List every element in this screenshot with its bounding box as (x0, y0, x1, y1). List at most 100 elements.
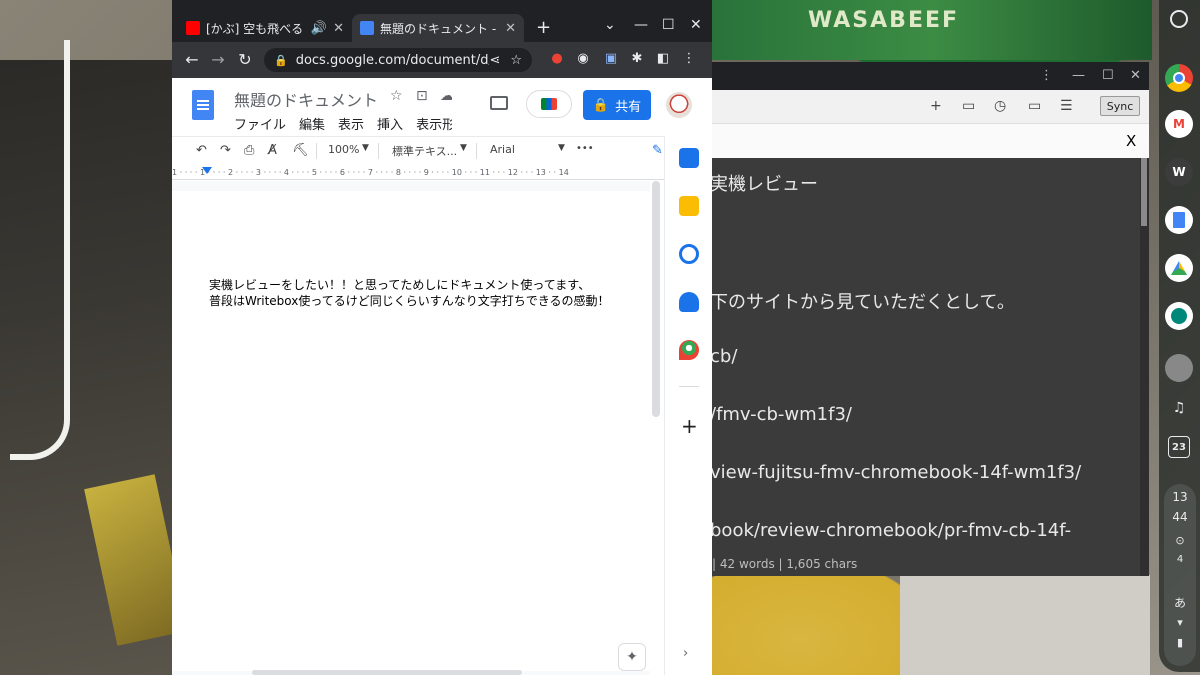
maximize-button[interactable]: ☐ (1102, 68, 1114, 83)
chevron-down-icon[interactable]: ▼ (460, 143, 467, 153)
more-options-icon[interactable]: ••• (576, 143, 594, 154)
redo-icon[interactable]: ↷ (220, 143, 231, 158)
drive-icon[interactable] (1165, 254, 1193, 282)
chrome-icon[interactable] (1165, 64, 1193, 92)
new-file-icon[interactable]: + (930, 98, 942, 114)
close-icon[interactable]: ✕ (505, 21, 516, 36)
screenshot-extension-icon[interactable]: ◉ (574, 51, 592, 69)
chevron-down-icon[interactable]: ▼ (362, 143, 369, 153)
editor-line: book/review-chromebook/pr-fmv-cb-14f- (712, 520, 1072, 541)
menu-file[interactable]: ファイル (234, 114, 286, 133)
writebox-toolbar: + ▭ ◷ ▭ ☰ Sync (712, 90, 1149, 124)
docs-header-actions: 🔒 共有 (452, 78, 712, 130)
edit-mode-icon[interactable]: ✎ (652, 143, 663, 158)
edit-toolbar: ↶ ↷ ⎙ A̸ ⛏ 100% ▼ 標準テキス... ▼ Arial ▼ •••… (172, 136, 664, 164)
zoom-select[interactable]: 100% (328, 143, 359, 156)
history-icon[interactable]: ◷ (994, 98, 1006, 114)
chevron-right-icon[interactable]: › (683, 646, 688, 661)
sync-button[interactable]: Sync (1100, 96, 1140, 116)
open-folder-icon[interactable]: ▭ (962, 98, 975, 114)
horizontal-scrollbar[interactable] (252, 670, 522, 675)
add-addon-icon[interactable]: + (681, 414, 698, 438)
menu-insert[interactable]: 挿入 (377, 114, 403, 133)
docs-icon[interactable] (1165, 206, 1193, 234)
calendar-icon[interactable] (679, 148, 699, 168)
document-body[interactable]: 実機レビューをしたい！！と思ってためしにドキュメント使ってます、 普段はWrit… (209, 277, 610, 309)
spellcheck-icon[interactable]: A̸ (268, 143, 277, 158)
forward-button[interactable]: → (208, 50, 228, 69)
body-line: 普段はWritebox使ってるけど同じくらいすんなり文字打ちできるの感動！ (209, 294, 610, 308)
close-panel-button[interactable]: X (1126, 132, 1136, 150)
hangouts-icon[interactable] (1165, 302, 1193, 330)
bookmark-star-icon[interactable]: ☆ (510, 53, 522, 68)
undo-icon[interactable]: ↶ (196, 143, 207, 158)
share-button[interactable]: 🔒 共有 (583, 90, 651, 120)
fullscreen-icon[interactable]: ▭ (1028, 98, 1041, 114)
battery-icon: ▮ (1176, 636, 1184, 649)
tasks-icon[interactable] (679, 244, 699, 264)
ruler-marks: 1 · · · · 1 · · · · 2 · · · · 3 · · · · … (172, 168, 569, 177)
back-button[interactable]: ← (182, 50, 202, 69)
menu-view[interactable]: 表示 (338, 114, 364, 133)
writebox-icon[interactable]: W (1165, 158, 1193, 186)
chevron-down-icon[interactable]: ▼ (558, 143, 565, 153)
explore-button[interactable]: ✦ (618, 643, 646, 671)
new-tab-button[interactable]: + (536, 17, 551, 38)
menu-kebab-icon[interactable]: ⋮ (1040, 68, 1053, 83)
chromeos-shelf: M W ♫ 23 13 44 ⊙ 4 あ ▾ ▮ (1159, 0, 1200, 672)
menu-edit[interactable]: 編集 (299, 114, 325, 133)
extension-red-icon[interactable]: ● (548, 51, 566, 69)
media-icon[interactable]: ♫ (1165, 394, 1193, 422)
window-close-button[interactable]: ✕ (1130, 68, 1141, 83)
address-bar[interactable]: 🔒 docs.google.com/document/d/... ⋖ ☆ (264, 48, 532, 72)
side-panel-icon[interactable]: ◧ (654, 51, 672, 69)
minimize-button[interactable]: — (1072, 68, 1085, 83)
docs-logo-icon[interactable] (192, 90, 214, 120)
window-close-button[interactable]: ✕ (690, 17, 702, 33)
audio-icon[interactable]: 🔊 (311, 21, 327, 36)
clock-minute: 44 (1172, 510, 1188, 524)
explore-icon: ✦ (626, 649, 638, 665)
calendar-icon[interactable]: 23 (1168, 436, 1190, 458)
document-page[interactable]: 実機レビューをしたい！！と思ってためしにドキュメント使ってます、 普段はWrit… (172, 191, 650, 671)
close-icon[interactable]: ✕ (333, 21, 344, 36)
print-icon[interactable]: ⎙ (244, 143, 254, 158)
comment-history-icon[interactable] (490, 96, 508, 110)
tab-search-icon[interactable]: ⌄ (604, 17, 616, 33)
paint-format-icon[interactable]: ⛏ (292, 143, 309, 158)
menu-kebab-icon[interactable]: ⋮ (680, 51, 698, 69)
scrollbar-thumb[interactable] (1141, 158, 1147, 226)
contacts-icon[interactable] (679, 292, 699, 312)
system-tray[interactable]: 13 44 ⊙ 4 あ ▾ ▮ (1164, 484, 1196, 666)
document-title[interactable]: 無題のドキュメント (234, 87, 378, 111)
avatar[interactable] (666, 92, 692, 118)
share-icon[interactable]: ⋖ (489, 53, 500, 68)
writebox-editor[interactable]: 実機レビュー 下のサイトから見ていただくとして。 cb/ /fmv-cb-wm1… (712, 158, 1140, 576)
star-icon[interactable]: ☆ (390, 88, 403, 104)
move-folder-icon[interactable]: ⊡ (416, 88, 428, 104)
vertical-scrollbar[interactable] (1140, 158, 1149, 576)
menu-icon[interactable]: ☰ (1060, 98, 1073, 114)
tab-docs[interactable]: 無題のドキュメント - G ✕ (352, 14, 524, 42)
minimize-button[interactable]: — (634, 17, 648, 33)
share-label: 共有 (615, 99, 642, 115)
ruler[interactable]: 1 · · · · 1 · · · · 2 · · · · 3 · · · · … (172, 166, 664, 180)
vertical-scrollbar[interactable] (652, 181, 660, 417)
maps-icon[interactable] (679, 340, 699, 360)
photos-thumb[interactable] (1165, 354, 1193, 382)
font-select[interactable]: Arial (490, 143, 515, 156)
word-count-status: | 42 words | 1,605 chars (712, 557, 858, 571)
meet-button[interactable] (526, 90, 572, 118)
reload-button[interactable]: ↻ (235, 50, 255, 69)
gmail-icon[interactable]: M (1165, 110, 1193, 138)
tab-youtube[interactable]: [かぶ] 空も飛べると 🔊 ✕ (178, 14, 352, 42)
lock-icon: 🔒 (274, 53, 288, 67)
puzzle-extensions-icon[interactable]: ✱ (628, 51, 646, 69)
launcher-icon[interactable] (1170, 10, 1188, 28)
extension-badge-icon[interactable]: ▣ (602, 51, 620, 69)
ime-indicator: あ (1173, 596, 1186, 610)
style-select[interactable]: 標準テキス... (392, 143, 457, 159)
keep-icon[interactable] (679, 196, 699, 216)
maximize-button[interactable]: ☐ (662, 17, 675, 33)
side-panel: + › (664, 136, 712, 675)
